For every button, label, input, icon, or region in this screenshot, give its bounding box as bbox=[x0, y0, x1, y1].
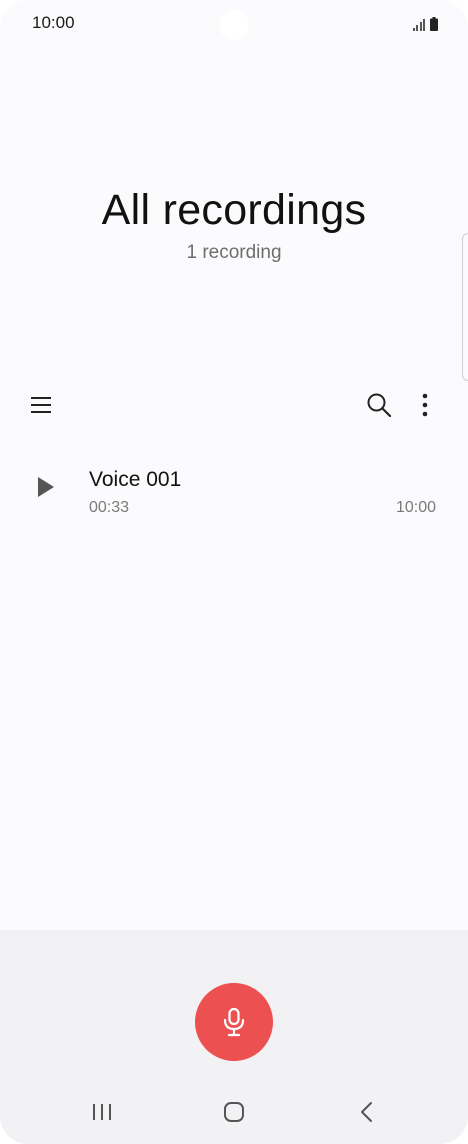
status-bar: 10:00 bbox=[0, 0, 468, 48]
recording-name: Voice 001 bbox=[89, 468, 182, 491]
back-button[interactable] bbox=[344, 1090, 388, 1134]
hamburger-menu-icon bbox=[31, 397, 51, 413]
recent-apps-button[interactable] bbox=[80, 1090, 124, 1134]
microphone-icon bbox=[223, 1007, 245, 1037]
back-icon bbox=[361, 1102, 372, 1122]
navigation-bar bbox=[0, 1090, 468, 1134]
menu-button[interactable] bbox=[20, 384, 62, 426]
page-title: All recordings bbox=[101, 186, 367, 234]
toolbar bbox=[0, 384, 468, 426]
record-button[interactable] bbox=[195, 983, 273, 1061]
camera-cutout bbox=[219, 10, 249, 40]
recording-time: 10:00 bbox=[395, 499, 436, 516]
more-options-button[interactable] bbox=[404, 384, 446, 426]
search-button[interactable] bbox=[358, 384, 400, 426]
recording-count: 1 recording bbox=[186, 242, 282, 263]
recent-apps-icon bbox=[93, 1104, 111, 1120]
header: All recordings 1 recording bbox=[0, 180, 468, 264]
screen: 10:00 All recordings 1 recording Voice 0… bbox=[0, 0, 468, 1144]
battery-icon bbox=[430, 17, 438, 31]
recording-list-item[interactable]: Voice 001 00:33 10:00 bbox=[0, 458, 468, 528]
status-time: 10:00 bbox=[32, 13, 75, 32]
signal-icon bbox=[412, 17, 425, 31]
recording-duration: 00:33 bbox=[89, 499, 130, 516]
search-icon bbox=[367, 393, 392, 418]
play-icon[interactable] bbox=[33, 475, 57, 499]
more-vertical-icon bbox=[422, 393, 428, 417]
home-icon bbox=[224, 1102, 244, 1122]
status-icons bbox=[412, 15, 438, 31]
home-button[interactable] bbox=[212, 1090, 256, 1134]
edge-panel-handle[interactable] bbox=[462, 233, 468, 381]
